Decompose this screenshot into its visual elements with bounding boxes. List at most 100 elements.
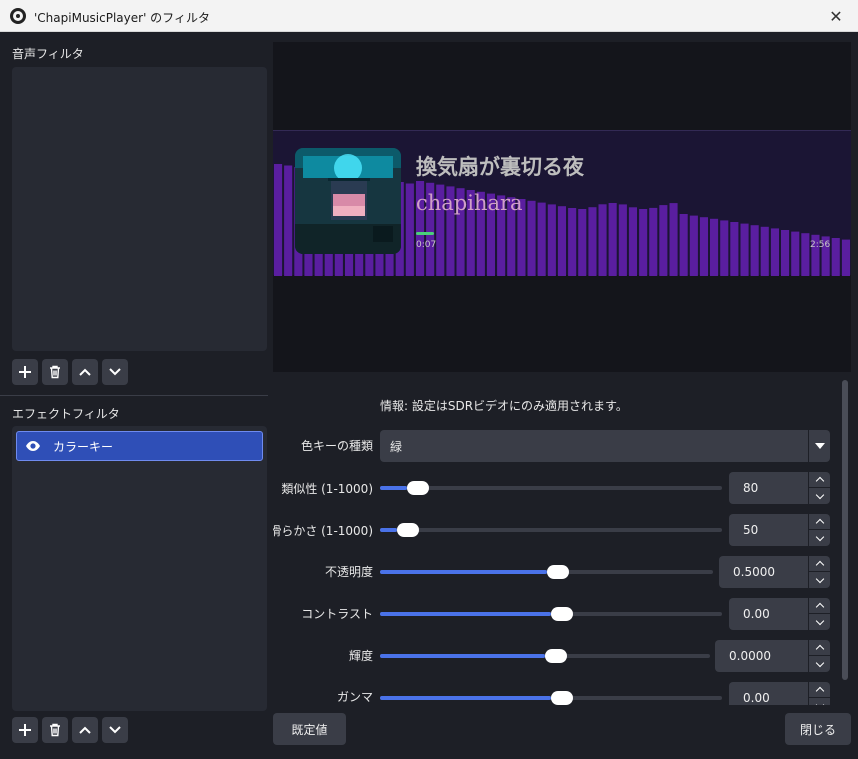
gamma-decrement-button[interactable] [809,698,831,705]
contrast-decrement-button[interactable] [809,614,831,630]
smoothness-slider-handle[interactable] [397,523,420,537]
similarity-label: 類似性 (1-1000) [281,482,373,496]
visualizer-bar [588,207,597,276]
visualizer-bar [730,222,739,276]
visualizer-bar [649,207,658,276]
visualizer-bar [659,205,668,276]
smoothness-decrement-button[interactable] [809,530,831,546]
visualizer-bar [710,218,719,276]
artist-name: chapihara [416,191,523,215]
visualizer-bar [679,214,688,276]
contrast-slider-handle[interactable] [551,607,573,621]
visualizer-bar [720,220,729,276]
gamma-spinbox[interactable]: 0.00 [729,682,831,705]
brightness-decrement-button[interactable] [809,656,831,672]
add-effect-filter-button[interactable] [12,717,38,743]
title-bar: 'ChapiMusicPlayer' のフィルタ ✕ [0,0,858,32]
eye-icon[interactable] [25,440,41,452]
contrast-label: コントラスト [301,607,373,621]
contrast-slider-fill [380,612,551,616]
brightness-slider[interactable] [380,649,710,663]
visualizer-bar [557,206,566,276]
total-time: 2:56 [810,240,831,250]
chevron-down-icon [109,368,121,376]
gamma-slider-handle[interactable] [551,691,573,705]
opacity-decrement-button[interactable] [809,572,831,588]
sdr-info-text: 情報: 設定はSDRビデオにのみ適用されます。 [380,399,628,413]
gamma-increment-button[interactable] [809,682,831,698]
smoothness-slider[interactable] [380,523,722,537]
properties-scrollbar[interactable] [841,378,849,705]
brightness-increment-button[interactable] [809,640,831,656]
visualizer-bar [841,239,850,276]
opacity-slider-handle[interactable] [546,565,569,579]
gamma-slider[interactable] [380,691,722,705]
similarity-slider-handle[interactable] [407,481,430,495]
current-time: 0:07 [416,240,437,250]
visualizer-bar [547,204,556,276]
chevron-down-icon [109,726,121,734]
window-title: 'ChapiMusicPlayer' のフィルタ [34,11,210,25]
dropdown-arrow-icon[interactable] [808,430,830,462]
visualizer-bar [527,200,536,276]
close-button[interactable]: 閉じる [785,713,851,745]
smoothness-increment-button[interactable] [809,514,831,530]
similarity-slider[interactable] [380,481,722,495]
move-effect-filter-down-button[interactable] [102,717,128,743]
visualizer-bar [740,223,749,276]
trash-icon [50,723,60,737]
key-color-type-label: 色キーの種類 [300,439,373,453]
audio-filters-toolbar [12,359,128,385]
smoothness-slider-fill [380,528,398,532]
playback-progress-bar [416,232,434,235]
move-effect-filter-up-button[interactable] [72,717,98,743]
opacity-slider-fill [380,570,547,574]
plus-icon [19,366,31,378]
opacity-slider[interactable] [380,565,713,579]
move-audio-filter-down-button[interactable] [102,359,128,385]
effect-filters-toolbar [12,717,128,743]
gamma-spin-arrows [808,682,831,705]
defaults-button[interactable]: 既定値 [273,713,346,745]
key-color-type-value: 緑 [390,439,403,454]
visualizer-bar [578,209,587,276]
opacity-increment-button[interactable] [809,556,831,572]
visualizer-bar [618,204,627,276]
move-audio-filter-up-button[interactable] [72,359,98,385]
similarity-decrement-button[interactable] [809,488,831,504]
window-close-button[interactable]: ✕ [814,0,858,32]
effect-filters-list[interactable] [12,426,267,711]
contrast-spinbox[interactable]: 0.00 [729,598,831,630]
visualizer-bar [284,165,293,276]
contrast-slider[interactable] [380,607,722,621]
visualizer-bar [699,217,708,276]
album-cover-image [295,148,401,254]
audio-filters-list[interactable] [12,67,267,351]
brightness-slider-handle[interactable] [545,649,567,663]
visualizer-bar [750,225,759,276]
brightness-spinbox[interactable]: 0.0000 [715,640,831,672]
similarity-spin-arrows [808,472,831,504]
visualizer-bar [608,203,617,276]
remove-effect-filter-button[interactable] [42,717,68,743]
similarity-spinbox[interactable]: 80 [729,472,831,504]
smoothness-value: 50 [743,523,759,537]
contrast-value: 0.00 [743,607,770,621]
key-color-type-select[interactable]: 緑 [380,430,830,462]
add-audio-filter-button[interactable] [12,359,38,385]
effect-filter-item-color-key[interactable]: カラーキー [16,431,263,461]
brightness-value: 0.0000 [729,649,771,663]
similarity-increment-button[interactable] [809,472,831,488]
song-title: 換気扇が裏切る夜 [416,155,584,179]
gamma-value: 0.00 [743,691,770,705]
visualizer-bar [639,209,648,276]
remove-audio-filter-button[interactable] [42,359,68,385]
visualizer-bar [405,183,414,276]
opacity-value: 0.5000 [733,565,775,579]
properties-scrollbar-thumb[interactable] [842,380,848,680]
smoothness-spinbox[interactable]: 50 [729,514,831,546]
opacity-spinbox[interactable]: 0.5000 [719,556,831,588]
contrast-increment-button[interactable] [809,598,831,614]
gamma-slider-fill [380,696,551,700]
visualizer-bar [274,164,283,276]
